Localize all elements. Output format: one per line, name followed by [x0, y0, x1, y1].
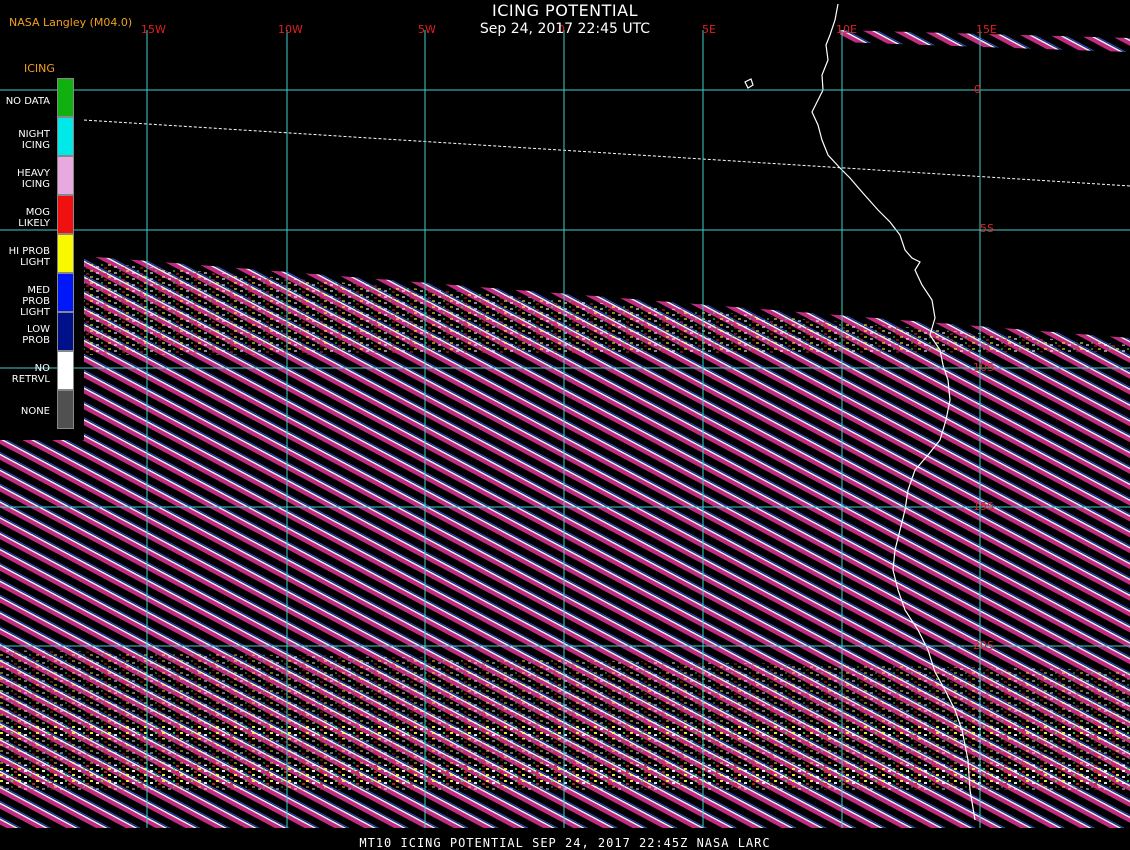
- map-view[interactable]: 15W 10W 5W 0 5E 10E 15E 0 5S 10S 15S 20S…: [0, 0, 1130, 850]
- legend-label-no-data: NO DATA: [5, 96, 50, 107]
- legend-swatch-hi-prob-light: [57, 234, 74, 273]
- legend-swatch-no-data: [57, 78, 74, 117]
- lat-label-20s: 20S: [973, 639, 994, 652]
- lat-label-0: 0: [974, 83, 981, 96]
- legend-label-mog-likely: MOG LIKELY: [18, 207, 50, 229]
- legend-swatch-heavy-icing: [57, 156, 74, 195]
- footer-caption: MT10 ICING POTENTIAL SEP 24, 2017 22:45Z…: [359, 836, 771, 850]
- map-title: ICING POTENTIAL: [491, 1, 638, 20]
- legend-label-low-prob: LOW PROB: [22, 324, 50, 346]
- island-outline: [744, 78, 754, 89]
- legend-label-no-retrvl: NO RETRVL: [11, 363, 50, 385]
- legend-label-heavy-icing: HEAVY ICING: [17, 168, 50, 190]
- legend-swatch-night-icing: [57, 117, 74, 156]
- producer-label: NASA Langley (M04.0): [9, 16, 133, 29]
- legend-swatch-med-prob-light: [57, 273, 74, 312]
- data-band: [0, 765, 1130, 785]
- legend-label-none: NONE: [20, 406, 50, 417]
- legend-label-med-prob-light: MED PROB LIGHT: [20, 285, 50, 318]
- legend-swatch-none: [57, 390, 74, 429]
- lat-label-5s: 5S: [980, 222, 994, 235]
- legend-label-hi-prob-light: HI PROB LIGHT: [8, 246, 50, 268]
- satellite-track-line: [83, 119, 1130, 187]
- legend-swatch-mog-likely: [57, 195, 74, 234]
- lat-label-10s: 10S: [973, 361, 994, 374]
- legend-title: ICING: [24, 62, 55, 75]
- legend-swatch-no-retrvl: [57, 351, 74, 390]
- legend-swatch-low-prob: [57, 312, 74, 351]
- data-band: [84, 262, 1130, 355]
- legend-label-night-icing: NIGHT ICING: [18, 129, 50, 151]
- map-canvas[interactable]: [0, 0, 1130, 850]
- lat-label-15s: 15S: [973, 500, 994, 513]
- map-timestamp: Sep 24, 2017 22:45 UTC: [479, 21, 651, 37]
